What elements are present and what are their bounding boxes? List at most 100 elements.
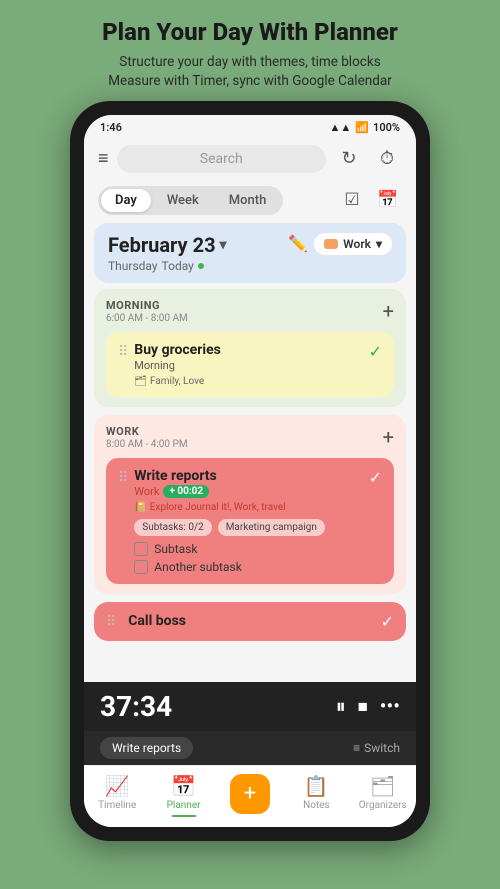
subtask-list: Subtask Another subtask: [134, 542, 368, 574]
write-reports-top: ⠿ Write reports Work + 00:02 📔 Explore J…: [118, 468, 382, 574]
date-actions: ✏️ Work ▾: [288, 233, 392, 255]
date-header: February 23 ▾ Thursday Today ✏️ Work ▾: [94, 223, 406, 283]
morning-time: 6:00 AM - 8:00 AM: [106, 313, 188, 324]
nav-organizers[interactable]: 🗂 Organizers: [356, 774, 410, 817]
folder-icon: 🗂: [134, 376, 147, 387]
timer-controls: ⏸ ⏹ •••: [336, 694, 400, 718]
write-reports-subtitle: Work + 00:02: [134, 485, 368, 498]
timer-switch-button[interactable]: ≡ Switch: [353, 741, 400, 755]
view-tabs: Day Week Month ☑ 📅: [84, 182, 416, 223]
timer-task-bar: Write reports ≡ Switch: [84, 731, 416, 765]
promo-header: Plan Your Day With Planner Structure you…: [82, 0, 418, 101]
morning-task-check-icon[interactable]: ✓: [369, 342, 382, 361]
work-label-group: WORK 8:00 AM - 4:00 PM: [106, 425, 188, 450]
timeline-icon: 📈: [105, 774, 130, 798]
edit-icon[interactable]: ✏️: [288, 234, 308, 253]
date-arrow-icon[interactable]: ▾: [220, 237, 227, 253]
drag-handle-icon-2: ⠿: [118, 470, 128, 486]
nav-planner[interactable]: 📅 Planner: [157, 774, 211, 817]
bottom-nav: 📈 Timeline 📅 Planner + 📋 Notes 🗂 Organiz…: [84, 765, 416, 827]
content-area: February 23 ▾ Thursday Today ✏️ Work ▾: [84, 223, 416, 682]
call-boss-check-icon[interactable]: ✓: [381, 612, 394, 631]
create-button[interactable]: +: [230, 774, 270, 814]
call-boss-title: Call boss: [128, 613, 374, 629]
tab-week[interactable]: Week: [153, 189, 213, 212]
timer-bar: 37:34 ⏸ ⏹ •••: [84, 682, 416, 731]
morning-task-content: Buy groceries Morning 🗂 Family, Love: [134, 342, 368, 387]
subtask-checkbox-2[interactable]: [134, 560, 148, 574]
tab-group: Day Week Month: [98, 186, 283, 215]
work-section: WORK 8:00 AM - 4:00 PM + ⠿ Write reports…: [94, 415, 406, 594]
promo-title: Plan Your Day With Planner: [102, 18, 398, 47]
promo-subtitle: Structure your day with themes, time blo…: [102, 53, 398, 91]
tab-day[interactable]: Day: [101, 189, 151, 212]
morning-label: MORNING: [106, 299, 188, 312]
planner-label: Planner: [167, 800, 201, 811]
work-badge[interactable]: Work ▾: [314, 233, 392, 255]
work-section-header: WORK 8:00 AM - 4:00 PM +: [106, 425, 394, 450]
phone-screen: 1:46 ▲▲ 📶 100% ≡ Search ↻ ⏱ Day Week Mon…: [84, 115, 416, 827]
timer-pause-button[interactable]: ⏸: [336, 694, 346, 718]
wifi-icon: 📶: [355, 121, 369, 134]
call-boss-area[interactable]: ⠿ Call boss ✓: [94, 602, 406, 641]
timer-more-button[interactable]: •••: [380, 694, 400, 718]
planner-active-indicator: [172, 815, 196, 817]
status-right: ▲▲ 📶 100%: [330, 121, 400, 134]
subtask-count-chip: Subtasks: 0/2: [134, 519, 211, 536]
planner-icon: 📅: [171, 774, 196, 798]
tab-month[interactable]: Month: [215, 189, 281, 212]
phone-shell: 1:46 ▲▲ 📶 100% ≡ Search ↻ ⏱ Day Week Mon…: [70, 101, 430, 841]
timer-badge: + 00:02: [163, 485, 209, 498]
timer-icon[interactable]: ⏱: [372, 144, 402, 174]
subtask-item-1[interactable]: Subtask: [134, 542, 368, 556]
switch-icon: ≡: [353, 741, 360, 755]
tab-actions: ☑ 📅: [338, 186, 402, 214]
date-info: February 23 ▾ Thursday Today: [108, 233, 227, 273]
subtask-checkbox-1[interactable]: [134, 542, 148, 556]
work-add-button[interactable]: +: [383, 425, 394, 449]
notes-icon: 📋: [304, 774, 329, 798]
morning-add-button[interactable]: +: [383, 299, 394, 323]
search-input[interactable]: Search: [117, 145, 326, 173]
timer-task-label[interactable]: Write reports: [100, 737, 193, 759]
notes-label: Notes: [303, 800, 330, 811]
timer-display: 37:34: [100, 690, 172, 723]
nav-timeline[interactable]: 📈 Timeline: [90, 774, 144, 817]
subtask-chips: Subtasks: 0/2 Marketing campaign: [134, 519, 368, 536]
organizers-icon: 🗂: [370, 774, 395, 798]
date-title: February 23 ▾: [108, 233, 227, 257]
organizers-label: Organizers: [359, 800, 407, 811]
morning-task-top: ⠿ Buy groceries Morning 🗂 Family, Love: [118, 342, 382, 387]
write-reports-card[interactable]: ⠿ Write reports Work + 00:02 📔 Explore J…: [106, 458, 394, 584]
work-badge-label: Work: [343, 237, 371, 251]
write-reports-check-icon[interactable]: ✓: [369, 468, 382, 487]
signal-icon: ▲▲: [330, 121, 352, 134]
timeline-label: Timeline: [98, 800, 136, 811]
work-color-dot: [324, 239, 338, 249]
calendar-icon[interactable]: 📅: [374, 186, 402, 214]
nav-notes[interactable]: 📋 Notes: [289, 774, 343, 817]
morning-task-title: Buy groceries: [134, 342, 368, 358]
morning-label-group: MORNING 6:00 AM - 8:00 AM: [106, 299, 188, 324]
morning-task-card[interactable]: ⠿ Buy groceries Morning 🗂 Family, Love: [106, 332, 394, 397]
battery-level: 100%: [373, 121, 400, 134]
drag-handle-icon: ⠿: [118, 344, 128, 360]
morning-section: MORNING 6:00 AM - 8:00 AM + ⠿ Buy grocer…: [94, 289, 406, 407]
checklist-icon[interactable]: ☑: [338, 186, 366, 214]
subtask-item-2[interactable]: Another subtask: [134, 560, 368, 574]
nav-create[interactable]: +: [223, 774, 277, 817]
timer-stop-button[interactable]: ⏹: [358, 694, 368, 718]
work-label: WORK: [106, 425, 188, 438]
work-time: 8:00 AM - 4:00 PM: [106, 439, 188, 450]
drag-handle-icon-3: ⠿: [106, 614, 116, 630]
write-reports-content: Write reports Work + 00:02 📔 Explore Jou…: [134, 468, 368, 574]
write-reports-tags: 📔 Explore Journal it!, Work, travel: [134, 502, 368, 513]
refresh-icon[interactable]: ↻: [334, 144, 364, 174]
today-indicator: [198, 263, 204, 269]
status-bar: 1:46 ▲▲ 📶 100%: [84, 115, 416, 138]
journal-icon: 📔: [134, 502, 146, 513]
status-time: 1:46: [100, 121, 122, 134]
date-sub: Thursday Today: [108, 259, 227, 273]
morning-task-tags: 🗂 Family, Love: [134, 376, 368, 387]
menu-icon[interactable]: ≡: [98, 148, 109, 169]
